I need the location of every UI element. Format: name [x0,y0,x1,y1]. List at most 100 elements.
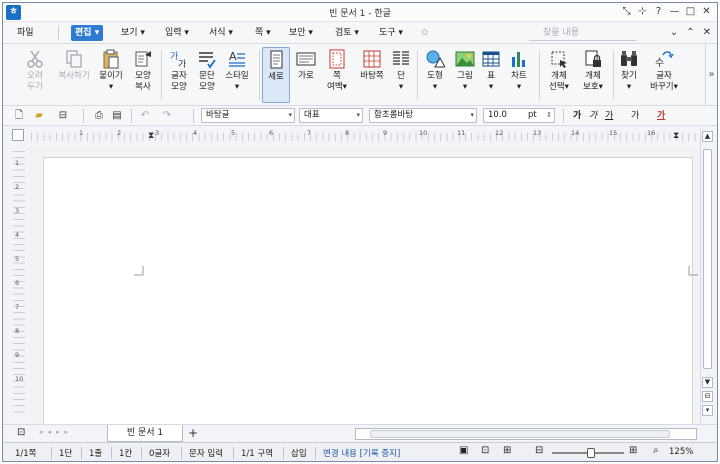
protect-object-label-1: 개체 [585,71,601,81]
horizontal-ruler[interactable]: 1 2 3 4 5 6 7 8 9 10 11 12 13 14 15 16 ⧗… [31,129,699,144]
binoculars-icon [621,51,637,66]
menu-review[interactable]: 검토 ▾ [331,25,363,41]
scroll-down-button[interactable]: ▼ [702,377,713,388]
underline-button[interactable]: 가 [605,108,613,124]
page-margin-button[interactable]: 쪽 여백▾ [321,47,353,103]
picture-button[interactable]: 그림 ▾ [451,47,479,103]
font-size-value: 10.0 [488,110,507,120]
pin-icon[interactable]: ⊹ [636,5,649,19]
stepper-arrows-icon[interactable]: ⇕ [546,109,552,122]
zoom-search-icon[interactable]: ⌕ [653,445,659,456]
style-button[interactable]: A 스타일 ▾ [221,47,253,103]
menu-divider [58,26,59,40]
preview-icon[interactable]: ▤ [109,108,125,124]
maximize-button[interactable]: □ [684,5,697,19]
print-icon[interactable]: ⎙ [91,108,107,124]
table-button[interactable]: 표 ▾ [479,47,503,103]
chevron-up-icon[interactable]: ⌃ [686,25,694,41]
menu-insert[interactable]: 입력 ▾ [161,25,193,41]
columns-button[interactable]: 단 ▾ [389,47,413,103]
ruler-number: 7 [307,129,312,137]
zoom-in-icon[interactable]: ⊞ [629,445,637,456]
status-page[interactable]: 1/1쪽 [15,447,37,459]
help-icon[interactable]: ? [652,5,665,19]
para-shape-label-1: 문단 [199,71,215,81]
copy-button[interactable]: 복사하기 [55,47,93,103]
chart-button[interactable]: 차트 ▾ [505,47,533,103]
font-color-button[interactable]: 가 [657,108,665,124]
replace-button[interactable]: 수 글자 바꾸기▾ [647,47,681,103]
status-section[interactable]: 1/1 구역 [241,447,273,459]
ribbon-divider [417,50,418,100]
format-painter-label-1: 모양 [135,71,151,81]
chevron-down-icon[interactable]: ⌄ [670,25,678,41]
portrait-icon [270,50,283,69]
font-select[interactable]: 함초롬바탕 ▾ [369,108,477,123]
find-button[interactable]: 찾기 ▾ [615,47,643,103]
save-icon[interactable]: ⊟ [55,108,71,124]
shape-label-2: ▾ [432,82,438,92]
minimize-button[interactable]: — [668,5,681,19]
close-doc-icon[interactable]: ✕ [703,25,711,41]
horizontal-scroll-thumb[interactable] [370,430,670,438]
scroll-up-button[interactable]: ▲ [702,131,713,142]
zoom-slider-handle[interactable] [587,448,595,458]
vertical-scrollbar[interactable]: ▲ ▼ ⊟ ▾ [700,129,713,424]
search-input[interactable]: 찾을 내용 [529,25,637,41]
fullscreen-icon[interactable]: ⤡ [620,5,633,19]
document-page[interactable] [43,157,698,427]
font-size-field[interactable]: 10.0 pt ⇕ [483,108,555,123]
italic-button[interactable]: 가 [589,108,597,124]
horizontal-scrollbar[interactable] [355,428,697,440]
status-track-changes[interactable]: 변경 내용 [기록 중지] [323,447,400,459]
menu-format[interactable]: 서식 ▾ [205,25,237,41]
scroll-thumb[interactable] [703,149,712,369]
tab-nav-arrows-icon[interactable]: ◂◂▸▸ [39,428,73,436]
redo-icon[interactable]: ↷ [159,108,175,124]
select-object-button[interactable]: 개체 선택▾ [543,47,575,103]
open-folder-icon[interactable]: ▰ [31,108,47,124]
new-document-icon[interactable]: 🗋 [11,108,27,124]
undo-icon[interactable]: ↶ [137,108,153,124]
menu-file[interactable]: 파일 [13,25,38,41]
right-indent-marker-icon[interactable]: ⧗ [673,131,679,141]
page-view-icon[interactable]: ⊡ [481,445,489,456]
add-tab-button[interactable]: + [185,426,201,441]
menu-edit[interactable]: 편집 ▾ [71,25,104,41]
style-select[interactable]: 바탕글 ▾ [201,108,295,123]
next-page-button[interactable]: ▾ [702,405,713,416]
bold-button[interactable]: 가 [573,108,581,124]
normal-view-icon[interactable]: ▣ [459,445,468,456]
tab-document-1[interactable]: 빈 문서 1 [107,425,183,442]
menu-page[interactable]: 쪽 ▾ [251,25,275,41]
document-area[interactable] [30,147,698,427]
para-shape-button[interactable]: 문단 모양 [191,47,223,103]
ruler-toggle-icon[interactable] [12,129,24,141]
protect-object-button[interactable]: 개체 보호▾ [577,47,609,103]
portrait-button[interactable]: 세로 [262,47,290,103]
tab-view-icon[interactable]: ⊡ [17,427,25,438]
menu-view[interactable]: 보기 ▾ [117,25,149,41]
shape-button[interactable]: 도형 ▾ [421,47,449,103]
zoom-out-icon[interactable]: ⊟ [535,445,543,456]
columns-label-1: 단 [397,71,405,81]
indent-marker-icon[interactable]: ⧗ [148,131,154,141]
paste-button[interactable]: 붙이기 ▾ [95,47,127,103]
menu-security[interactable]: 보안 ▾ [285,25,317,41]
master-page-button[interactable]: 바탕쪽 [355,47,389,103]
ruler-number: 1 [79,129,84,137]
menu-tools[interactable]: 도구 ▾ [375,25,407,41]
web-view-icon[interactable]: ⊞ [503,445,511,456]
settings-icon[interactable]: ✿ [417,25,433,41]
cut-button[interactable]: 오려 두기 [19,47,51,103]
ribbon-more-button[interactable]: » [705,44,717,106]
format-painter-button[interactable]: 모양 복사 [127,47,159,103]
zoom-level[interactable]: 125% [669,447,693,457]
strike-button[interactable]: 가 [631,108,639,124]
status-insert-mode[interactable]: 삽입 [291,447,307,459]
landscape-button[interactable]: 가로 [293,47,319,103]
prev-page-button[interactable]: ⊟ [702,391,713,402]
language-select[interactable]: 대표 ▾ [299,108,363,123]
close-button[interactable]: ✕ [700,5,713,19]
chart-icon [512,52,525,67]
